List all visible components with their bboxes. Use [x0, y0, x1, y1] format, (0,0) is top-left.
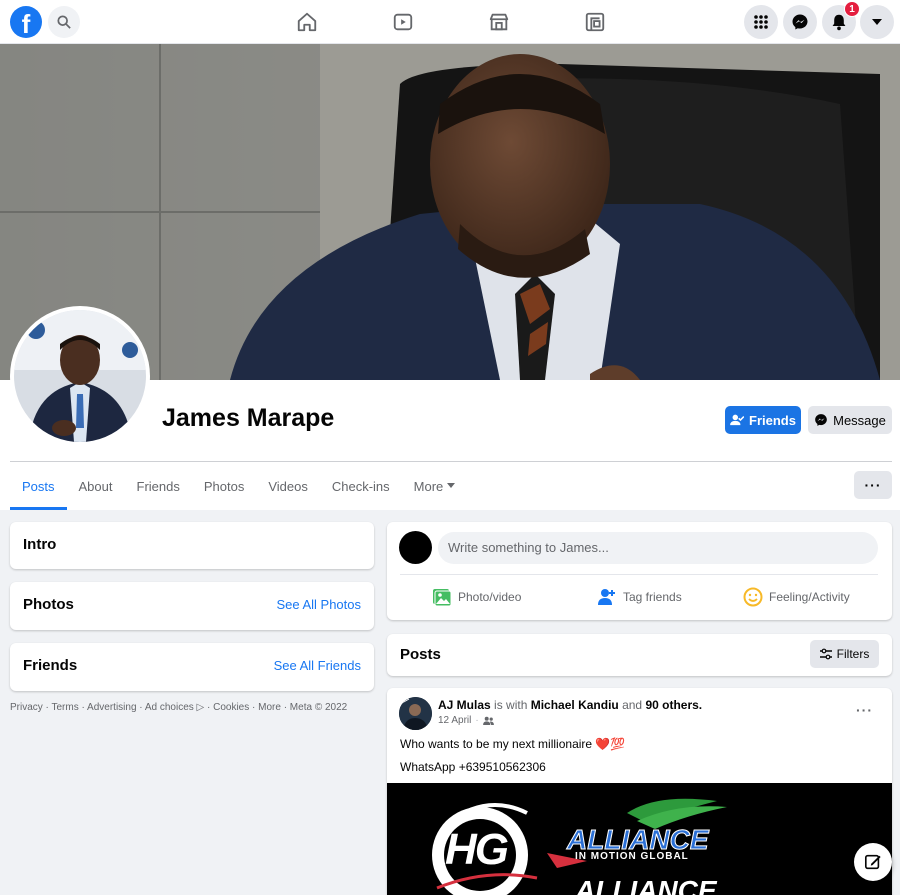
message-button[interactable]: Message: [808, 406, 892, 434]
marketplace-icon: [489, 13, 509, 31]
profile-header: James Marape Friends Message Posts About…: [0, 44, 900, 510]
friends-button[interactable]: Friends: [725, 406, 801, 434]
feeling-activity-button[interactable]: Feeling/Activity: [743, 585, 850, 609]
account-menu-button[interactable]: [860, 5, 894, 39]
tab-friends[interactable]: Friends: [125, 462, 192, 510]
top-navigation-bar: f 1: [0, 0, 900, 44]
facebook-logo-letter: f: [21, 9, 31, 38]
profile-picture-image: [14, 310, 146, 442]
alliance-logo-text-2: ALLIANCE: [575, 875, 717, 895]
caret-down-icon: [447, 483, 456, 488]
tab-videos[interactable]: Videos: [256, 462, 320, 510]
footer-links[interactable]: Privacy · Terms · Advertising · Ad choic…: [10, 702, 347, 713]
tab-check-ins[interactable]: Check-ins: [320, 462, 402, 510]
tab-label: About: [78, 478, 113, 494]
search-icon: [57, 15, 71, 29]
caret-down-icon: [872, 19, 882, 25]
search-button[interactable]: [48, 6, 80, 38]
friend-check-icon: [730, 414, 745, 426]
tab-about[interactable]: About: [67, 462, 125, 510]
filters-button[interactable]: Filters: [810, 640, 879, 668]
post-tagged-name[interactable]: Michael Kandiu: [531, 698, 619, 712]
photos-card: Photos See All Photos: [10, 582, 374, 630]
post-text-line-2: WhatsApp +639510562306: [400, 760, 546, 774]
tab-label: Videos: [268, 478, 308, 494]
intro-title: Intro: [23, 536, 57, 553]
more-dots-icon: ···: [864, 477, 882, 493]
message-button-label: Message: [833, 412, 886, 428]
tab-label: More: [413, 478, 444, 494]
composer-divider: [400, 574, 878, 575]
alliance-logo-subtext: IN MOTION GLOBAL: [575, 851, 689, 862]
tag-friends-label: Tag friends: [623, 590, 682, 604]
post-author-avatar[interactable]: [399, 697, 432, 730]
post-and: and: [622, 698, 643, 712]
photo-icon: [433, 589, 452, 607]
tab-label: Check-ins: [331, 478, 390, 494]
friends-card: Friends See All Friends: [10, 643, 374, 691]
posts-header-title: Posts: [400, 646, 441, 663]
profile-tabs: Posts About Friends Photos Videos Check-…: [10, 462, 467, 510]
facebook-logo[interactable]: f: [10, 6, 42, 38]
friends-button-label: Friends: [749, 412, 796, 428]
tab-label: Posts: [22, 478, 55, 494]
notifications-button[interactable]: 1: [822, 1, 860, 39]
filters-label: Filters: [836, 647, 870, 661]
tab-label: Friends: [136, 478, 180, 494]
friends-audience-icon: [482, 716, 494, 725]
photo-video-button[interactable]: Photo/video: [432, 585, 521, 609]
cover-photo[interactable]: [0, 44, 900, 380]
messenger-icon: [792, 14, 808, 30]
nav-gaming[interactable]: [583, 10, 607, 34]
smiley-icon: [743, 587, 763, 607]
nav-home[interactable]: [295, 10, 319, 34]
filters-icon: [819, 648, 832, 660]
messenger-button[interactable]: [783, 5, 817, 39]
photo-video-label: Photo/video: [458, 590, 522, 604]
intro-card: Intro: [10, 522, 374, 569]
hg-logo-text: HG: [445, 825, 509, 874]
see-all-photos-link[interactable]: See All Photos: [276, 597, 361, 612]
tag-friends-icon: [598, 589, 615, 605]
post-text-line-1: Who wants to be my next millionaire ❤️💯: [400, 737, 625, 751]
post-others-link[interactable]: 90 others.: [645, 698, 702, 712]
profile-picture[interactable]: [10, 306, 150, 446]
messenger-icon: [815, 414, 827, 426]
watch-icon: [393, 13, 413, 31]
new-message-button[interactable]: [854, 843, 892, 881]
menu-button[interactable]: [744, 5, 778, 39]
menu-grid-icon: [754, 15, 768, 29]
post-options-button[interactable]: ···: [856, 702, 873, 718]
post-date[interactable]: 12 April: [438, 715, 471, 726]
compose-icon: [864, 854, 881, 870]
nav-marketplace[interactable]: [487, 10, 511, 34]
post-author-avatar-image: [399, 697, 432, 730]
tab-more[interactable]: More: [402, 462, 468, 510]
composer-input[interactable]: Write something to James...: [438, 532, 878, 564]
post-is-with: is with: [494, 698, 528, 712]
bell-icon: [832, 14, 846, 31]
home-icon: [297, 12, 317, 32]
post-author-line: AJ Mulas is with Michael Kandiu and 90 o…: [438, 698, 702, 712]
post-author-name[interactable]: AJ Mulas: [438, 698, 491, 712]
nav-watch[interactable]: [391, 10, 415, 34]
notification-badge: 1: [844, 1, 860, 17]
cover-photo-image: [0, 44, 900, 380]
tab-label: Photos: [203, 478, 245, 494]
tab-photos[interactable]: Photos: [192, 462, 256, 510]
profile-more-options-button[interactable]: ···: [854, 471, 892, 499]
post-text-1: Who wants to be my next millionaire: [400, 737, 593, 751]
gaming-icon: [585, 12, 605, 32]
tab-posts[interactable]: Posts: [10, 462, 67, 510]
post-image[interactable]: HG ALLIANCE IN MOTION GLOBAL ALLIANCE: [387, 783, 892, 895]
friends-title: Friends: [23, 657, 78, 674]
tag-friends-button[interactable]: Tag friends: [597, 585, 682, 609]
feeling-activity-label: Feeling/Activity: [769, 590, 850, 604]
see-all-friends-link[interactable]: See All Friends: [274, 658, 361, 673]
heart-100-emoji: ❤️💯: [595, 737, 626, 751]
photos-title: Photos: [23, 596, 74, 613]
profile-name: James Marape: [162, 404, 335, 432]
composer-avatar[interactable]: [399, 531, 432, 564]
post-meta: 12 April ·: [438, 715, 494, 726]
